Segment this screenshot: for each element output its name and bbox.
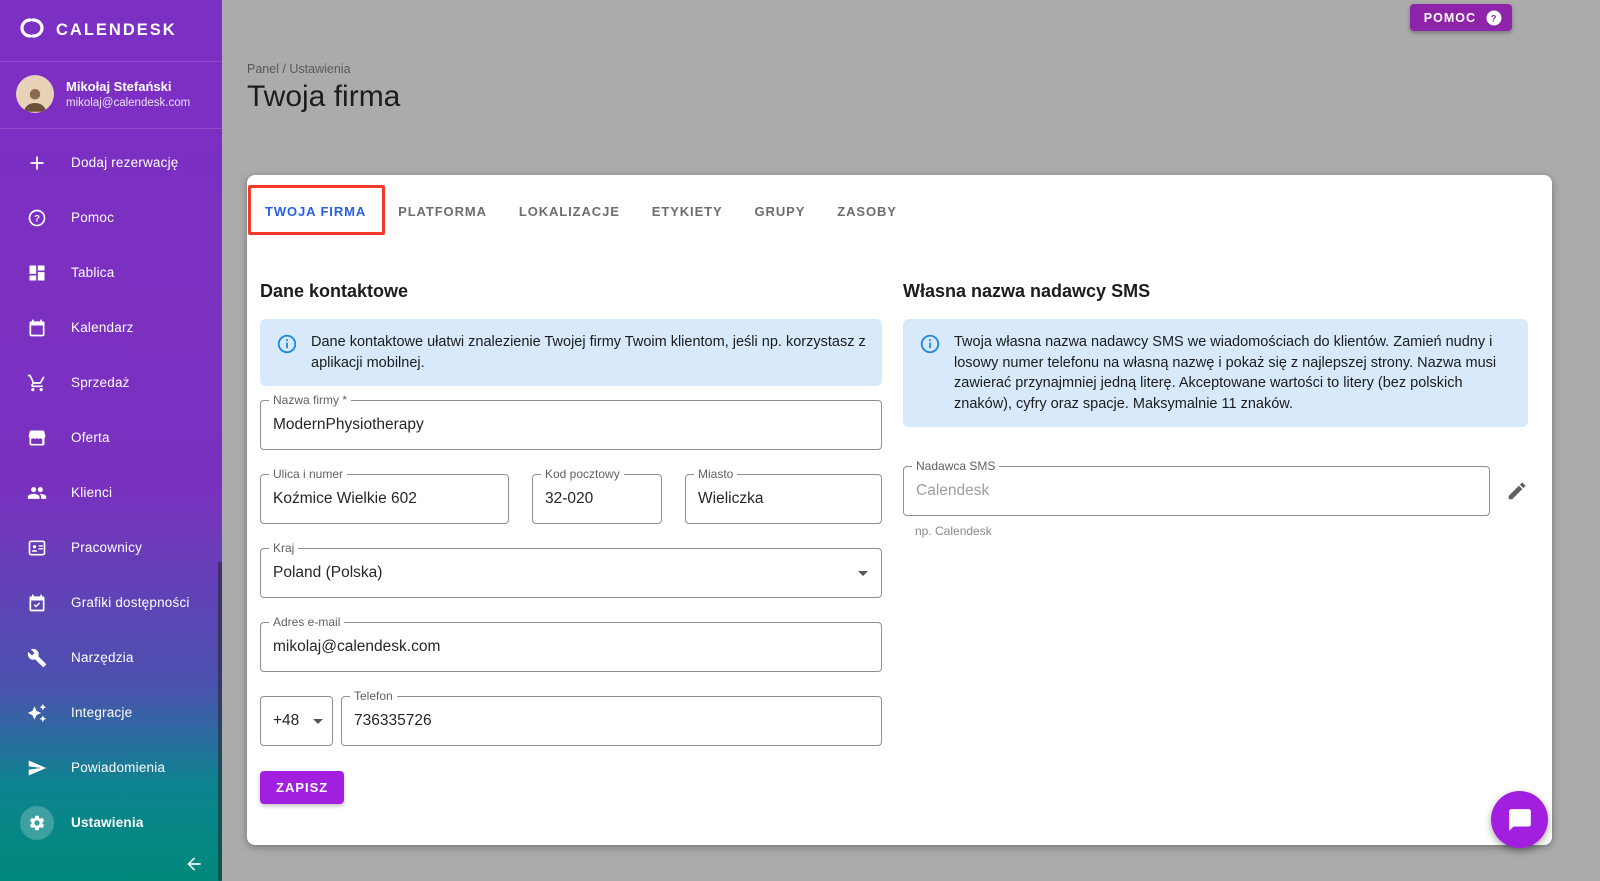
integrations-icon — [20, 696, 54, 730]
sidebar-item-dodaj-rezerwacje[interactable]: Dodaj rezerwację — [0, 135, 222, 190]
send-icon — [20, 751, 54, 785]
tab-bar: TWOJA FIRMA PLATFORMA LOKALIZACJE ETYKIE… — [249, 187, 1552, 235]
sms-heading: Własna nazwa nadawcy SMS — [903, 281, 1151, 301]
user-avatar — [16, 75, 54, 113]
sidebar-item-tablica[interactable]: Tablica — [0, 245, 222, 300]
storefront-icon — [20, 421, 54, 455]
sms-info-text: Twoja własna nazwa nadawcy SMS we wiadom… — [954, 334, 1497, 412]
sms-section: Własna nazwa nadawcy SMS Twoja własna na… — [903, 281, 1528, 804]
company-name-field[interactable]: Nazwa firmy * ModernPhysiotherapy — [260, 393, 882, 451]
sidebar-item-grafiki-dostepnosci[interactable]: Grafiki dostępności — [0, 575, 222, 630]
edit-pencil-icon[interactable] — [1506, 480, 1528, 502]
sms-helper-text: np. Calendesk — [915, 524, 992, 539]
tab-lokalizacje[interactable]: LOKALIZACJE — [503, 187, 636, 235]
contact-info-box: Dane kontaktowe ułatwi znalezienie Twoje… — [260, 319, 882, 387]
settings-card: TWOJA FIRMA PLATFORMA LOKALIZACJE ETYKIE… — [247, 175, 1552, 845]
plus-icon — [20, 146, 54, 180]
sidebar-menu: Dodaj rezerwację ? Pomoc Tablica Kalenda… — [0, 129, 222, 850]
sidebar-scrollbar[interactable] — [218, 562, 222, 881]
calendar-icon — [20, 311, 54, 345]
phone-field[interactable]: Telefon 736335726 — [341, 689, 882, 747]
brand-logo[interactable]: CALENDESK — [0, 0, 222, 62]
city-field[interactable]: Miasto Wieliczka — [685, 467, 882, 525]
street-field[interactable]: Ulica i numer Koźmice Wielkie 602 — [260, 467, 509, 525]
contact-heading: Dane kontaktowe — [260, 281, 409, 301]
employee-badge-icon — [20, 531, 54, 565]
sidebar-item-powiadomienia[interactable]: Powiadomienia — [0, 740, 222, 795]
sms-sender-field[interactable]: Nadawca SMS Calendesk — [903, 459, 1490, 517]
chevron-down-icon — [858, 570, 868, 576]
tab-etykiety[interactable]: ETYKIETY — [636, 187, 739, 235]
sidebar-item-ustawienia[interactable]: Ustawienia — [0, 795, 222, 850]
sidebar-item-pomoc[interactable]: ? Pomoc — [0, 190, 222, 245]
calendesk-logo-icon — [16, 16, 46, 45]
tools-icon — [20, 641, 54, 675]
help-button[interactable]: POMOC ? — [1409, 4, 1512, 31]
sidebar-item-integracje[interactable]: Integracje — [0, 685, 222, 740]
sidebar-item-oferta[interactable]: Oferta — [0, 410, 222, 465]
chat-fab-button[interactable] — [1491, 791, 1548, 848]
contact-info-text: Dane kontaktowe ułatwi znalezienie Twoje… — [311, 334, 866, 371]
sidebar-item-narzedzia[interactable]: Narzędzia — [0, 630, 222, 685]
dashboard-icon — [20, 256, 54, 290]
user-name: Mikołaj Stefański — [66, 78, 172, 94]
tab-platforma[interactable]: PLATFORMA — [382, 187, 503, 235]
collapse-sidebar-arrow-icon[interactable] — [184, 854, 204, 874]
country-select[interactable]: Kraj Poland (Polska) — [260, 541, 882, 599]
tab-twoja-firma[interactable]: TWOJA FIRMA — [249, 187, 382, 235]
email-field[interactable]: Adres e-mail mikolaj@calendesk.com — [260, 615, 882, 673]
cart-icon — [20, 366, 54, 400]
user-profile[interactable]: Mikołaj Stefański mikolaj@calendesk.com — [0, 62, 222, 129]
info-icon — [276, 332, 298, 373]
chat-bubble-icon — [1507, 807, 1533, 833]
breadcrumb[interactable]: Panel / Ustawienia — [247, 62, 351, 76]
main-area: POMOC ? Panel / Ustawienia Twoja firma T… — [222, 0, 1600, 881]
phone-prefix-select[interactable]: +48 — [260, 696, 333, 747]
tab-zasoby[interactable]: ZASOBY — [821, 187, 913, 235]
contact-section: Dane kontaktowe Dane kontaktowe ułatwi z… — [260, 281, 882, 805]
svg-text:?: ? — [1491, 13, 1497, 23]
brand-name: CALENDESK — [56, 21, 177, 39]
info-icon — [919, 332, 941, 414]
sidebar: CALENDESK Mikołaj Stefański mikolaj@cale… — [0, 0, 222, 881]
save-button[interactable]: ZAPISZ — [260, 771, 345, 805]
sidebar-item-klienci[interactable]: Klienci — [0, 465, 222, 520]
people-icon — [20, 476, 54, 510]
sidebar-item-kalendarz[interactable]: Kalendarz — [0, 300, 222, 355]
help-circle-icon: ? — [1485, 9, 1503, 27]
gear-icon — [20, 805, 54, 840]
user-email: mikolaj@calendesk.com — [66, 97, 191, 110]
sms-info-box: Twoja własna nazwa nadawcy SMS we wiadom… — [903, 319, 1528, 428]
chevron-down-icon — [313, 718, 323, 724]
page-title: Twoja firma — [247, 80, 401, 113]
availability-calendar-icon — [20, 586, 54, 620]
sidebar-item-pracownicy[interactable]: Pracownicy — [0, 520, 222, 575]
postal-code-field[interactable]: Kod pocztowy 32-020 — [532, 467, 662, 525]
tab-grupy[interactable]: GRUPY — [739, 187, 822, 235]
sidebar-item-sprzedaz[interactable]: Sprzedaż — [0, 355, 222, 410]
svg-text:?: ? — [34, 213, 40, 224]
help-icon: ? — [20, 201, 54, 235]
